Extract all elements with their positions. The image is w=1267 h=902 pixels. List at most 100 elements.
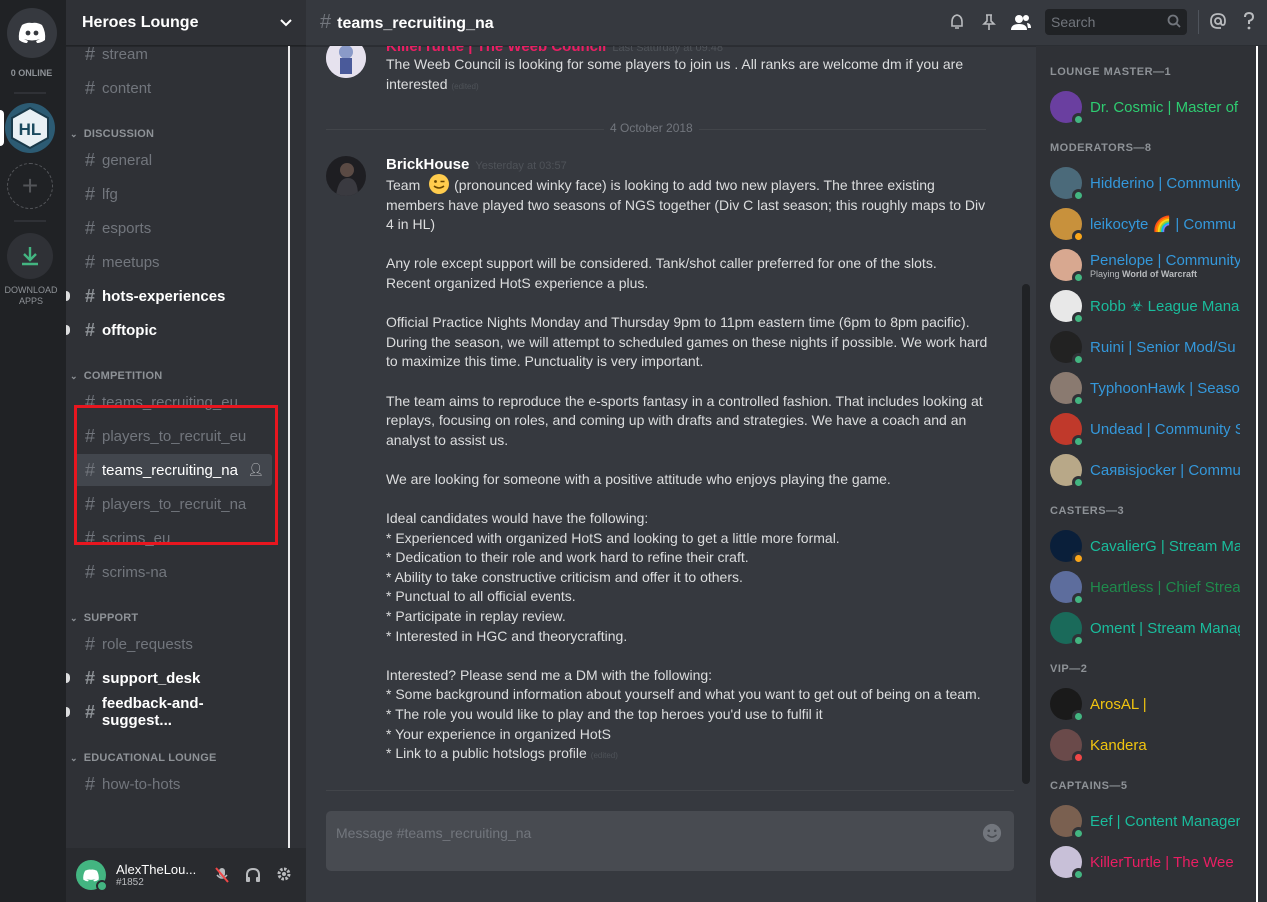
channel-scrollbar[interactable] [288, 46, 290, 848]
status-indicator [1072, 552, 1085, 565]
message-line: * Interested in HGC and theorycrafting. [386, 627, 628, 644]
member-item[interactable]: Ruini | Senior Mod/Su [1050, 327, 1256, 367]
gear-icon[interactable] [276, 866, 292, 882]
member-item[interactable]: Oment | Stream Manag [1050, 608, 1256, 648]
channel-support-desk[interactable]: # support_desk [66, 662, 272, 694]
member-name: Dr. Cosmic | Master of [1090, 98, 1239, 116]
channel-esports[interactable]: # esports [74, 212, 272, 244]
member-item[interactable]: Dr. Cosmic | Master of [1050, 87, 1256, 127]
message-line: 4 in HL) [386, 216, 436, 233]
member-info: Eef | Content Manager [1090, 813, 1240, 830]
channel-how-to-hots[interactable]: # how-to-hots [74, 768, 272, 800]
channel-hots-experiences[interactable]: # hots-experiences [66, 280, 272, 312]
message-line: to maximize this time. Punctuality is ve… [386, 353, 704, 370]
channel-general[interactable]: # general [74, 144, 272, 176]
avatar[interactable] [326, 156, 366, 196]
mention-icon[interactable] [1209, 12, 1227, 30]
search-input[interactable]: Search [1045, 9, 1187, 35]
unread-indicator [66, 325, 70, 335]
online-count: 0 ONLINE [10, 68, 53, 78]
member-info: Hidderino | Community [1090, 175, 1240, 192]
category-header[interactable]: ⌄ DISCUSSION [70, 128, 154, 140]
headphones-icon[interactable] [244, 866, 262, 884]
channel-scrims-na[interactable]: # scrims-na [74, 556, 272, 588]
message-line: * Punctual to all official events. [386, 588, 576, 605]
help-icon[interactable] [1243, 12, 1255, 30]
member-item[interactable]: leikocyte 🌈 | Commu [1050, 204, 1256, 244]
add-server-button[interactable]: + [7, 163, 53, 209]
chevron-down-icon: ⌄ [70, 612, 78, 623]
channel-feedback-and-suggest[interactable]: # feedback-and-suggest... [66, 695, 272, 729]
chevron-down-icon: ⌄ [70, 752, 78, 763]
member-item[interactable]: KillerTurtle | The Wee [1050, 842, 1256, 882]
user-discriminator: #1852 [116, 877, 144, 888]
channel-name: content [102, 79, 152, 97]
member-item[interactable]: Undead | Community S [1050, 409, 1256, 449]
brickhouse-avatar-icon [326, 156, 366, 196]
killerturtle-avatar-icon [326, 46, 366, 78]
discord-logo-icon [83, 868, 99, 881]
category-header[interactable]: ⌄ EDUCATIONAL LOUNGE [70, 752, 217, 764]
status-indicator [1072, 271, 1085, 284]
message-author[interactable]: KillerTurtle | The Weeb Council Last Satu… [386, 46, 1006, 55]
member-item[interactable]: TyphoonHawk | Seaso [1050, 368, 1256, 408]
hash-icon: # [84, 701, 95, 722]
channel-name: meetups [102, 253, 160, 271]
message-input-placeholder: Message #teams_recruiting_na [336, 825, 532, 841]
member-item[interactable]: CavalierG | Stream Ma [1050, 526, 1256, 566]
channel-stream[interactable]: # stream [74, 46, 272, 70]
channel-meetups[interactable]: # meetups [74, 246, 272, 278]
bell-icon[interactable] [948, 13, 966, 31]
avatar [1050, 249, 1085, 284]
avatar[interactable] [326, 46, 366, 78]
channel-content[interactable]: # content [74, 72, 272, 104]
channel-name: support_desk [102, 669, 201, 687]
member-item[interactable]: Eef | Content Manager [1050, 801, 1256, 841]
member-item[interactable]: ArosAL | [1050, 684, 1256, 724]
member-item[interactable]: Hidderino | Community [1050, 163, 1256, 203]
hl-logo-text: HL [19, 120, 42, 139]
search-icon [1167, 14, 1181, 28]
category-header[interactable]: ⌄ SUPPORT [70, 612, 138, 624]
channel-sidebar: Heroes Lounge # stream # content ⌄ DISCUSSION… [66, 0, 306, 902]
member-info: ArosAL | [1090, 696, 1240, 713]
server-heroes-lounge[interactable]: HL [5, 103, 55, 153]
hash-icon: # [84, 183, 95, 204]
message-timestamp: Last Saturday at 09:48 [612, 46, 724, 54]
channel-name: general [102, 151, 153, 169]
member-name: leikocyte 🌈 | Commu [1090, 216, 1236, 233]
category-header[interactable]: ⌄ COMPETITION [70, 370, 162, 382]
member-item[interactable]: Penelope | Community Playing World of War… [1050, 245, 1256, 285]
home-button[interactable] [7, 8, 57, 58]
member-category-header: CAPTAINS—5 [1050, 780, 1128, 792]
emoji-picker-icon[interactable] [982, 823, 1002, 843]
download-apps-button[interactable] [7, 233, 53, 279]
message-line: * Some background information about your… [386, 686, 981, 703]
message-list[interactable]: KillerTurtle | The Weeb Council Last Satu… [306, 46, 1036, 796]
server-header[interactable]: Heroes Lounge [66, 0, 306, 46]
member-item[interactable]: Kandera [1050, 725, 1256, 765]
message-line [386, 490, 1006, 510]
member-category-header: MODERATORS—8 [1050, 142, 1152, 154]
channel-name: lfg [102, 185, 118, 203]
channel-name: esports [102, 219, 152, 237]
channel-name: how-to-hots [102, 775, 181, 793]
avatar [1050, 530, 1085, 565]
member-item[interactable]: Caявisjocker | Commu [1050, 450, 1256, 490]
member-list-icon[interactable] [1010, 13, 1032, 31]
member-category-header: VIP—2 [1050, 663, 1088, 675]
member-category-header: LOUNGE MASTER—1 [1050, 66, 1172, 78]
message-input[interactable]: Message #teams_recruiting_na [326, 811, 1014, 871]
message-author[interactable]: BrickHouse Yesterday at 03:57 [386, 156, 1006, 173]
member-item[interactable]: Robb ☣ League Manag [1050, 286, 1256, 326]
channel-lfg[interactable]: # lfg [74, 178, 272, 210]
pin-icon[interactable] [981, 13, 997, 31]
member-name: Undead | Community S [1090, 420, 1240, 438]
microphone-muted-icon[interactable] [214, 866, 230, 884]
message-scrollbar[interactable] [1022, 284, 1030, 784]
channel-role-requests[interactable]: # role_requests [74, 628, 272, 660]
member-item[interactable]: Heartless | Chief Strea [1050, 567, 1256, 607]
avatar[interactable] [76, 860, 108, 892]
message-timestamp: Yesterday at 03:57 [475, 160, 567, 172]
channel-offtopic[interactable]: # offtopic [66, 314, 272, 346]
